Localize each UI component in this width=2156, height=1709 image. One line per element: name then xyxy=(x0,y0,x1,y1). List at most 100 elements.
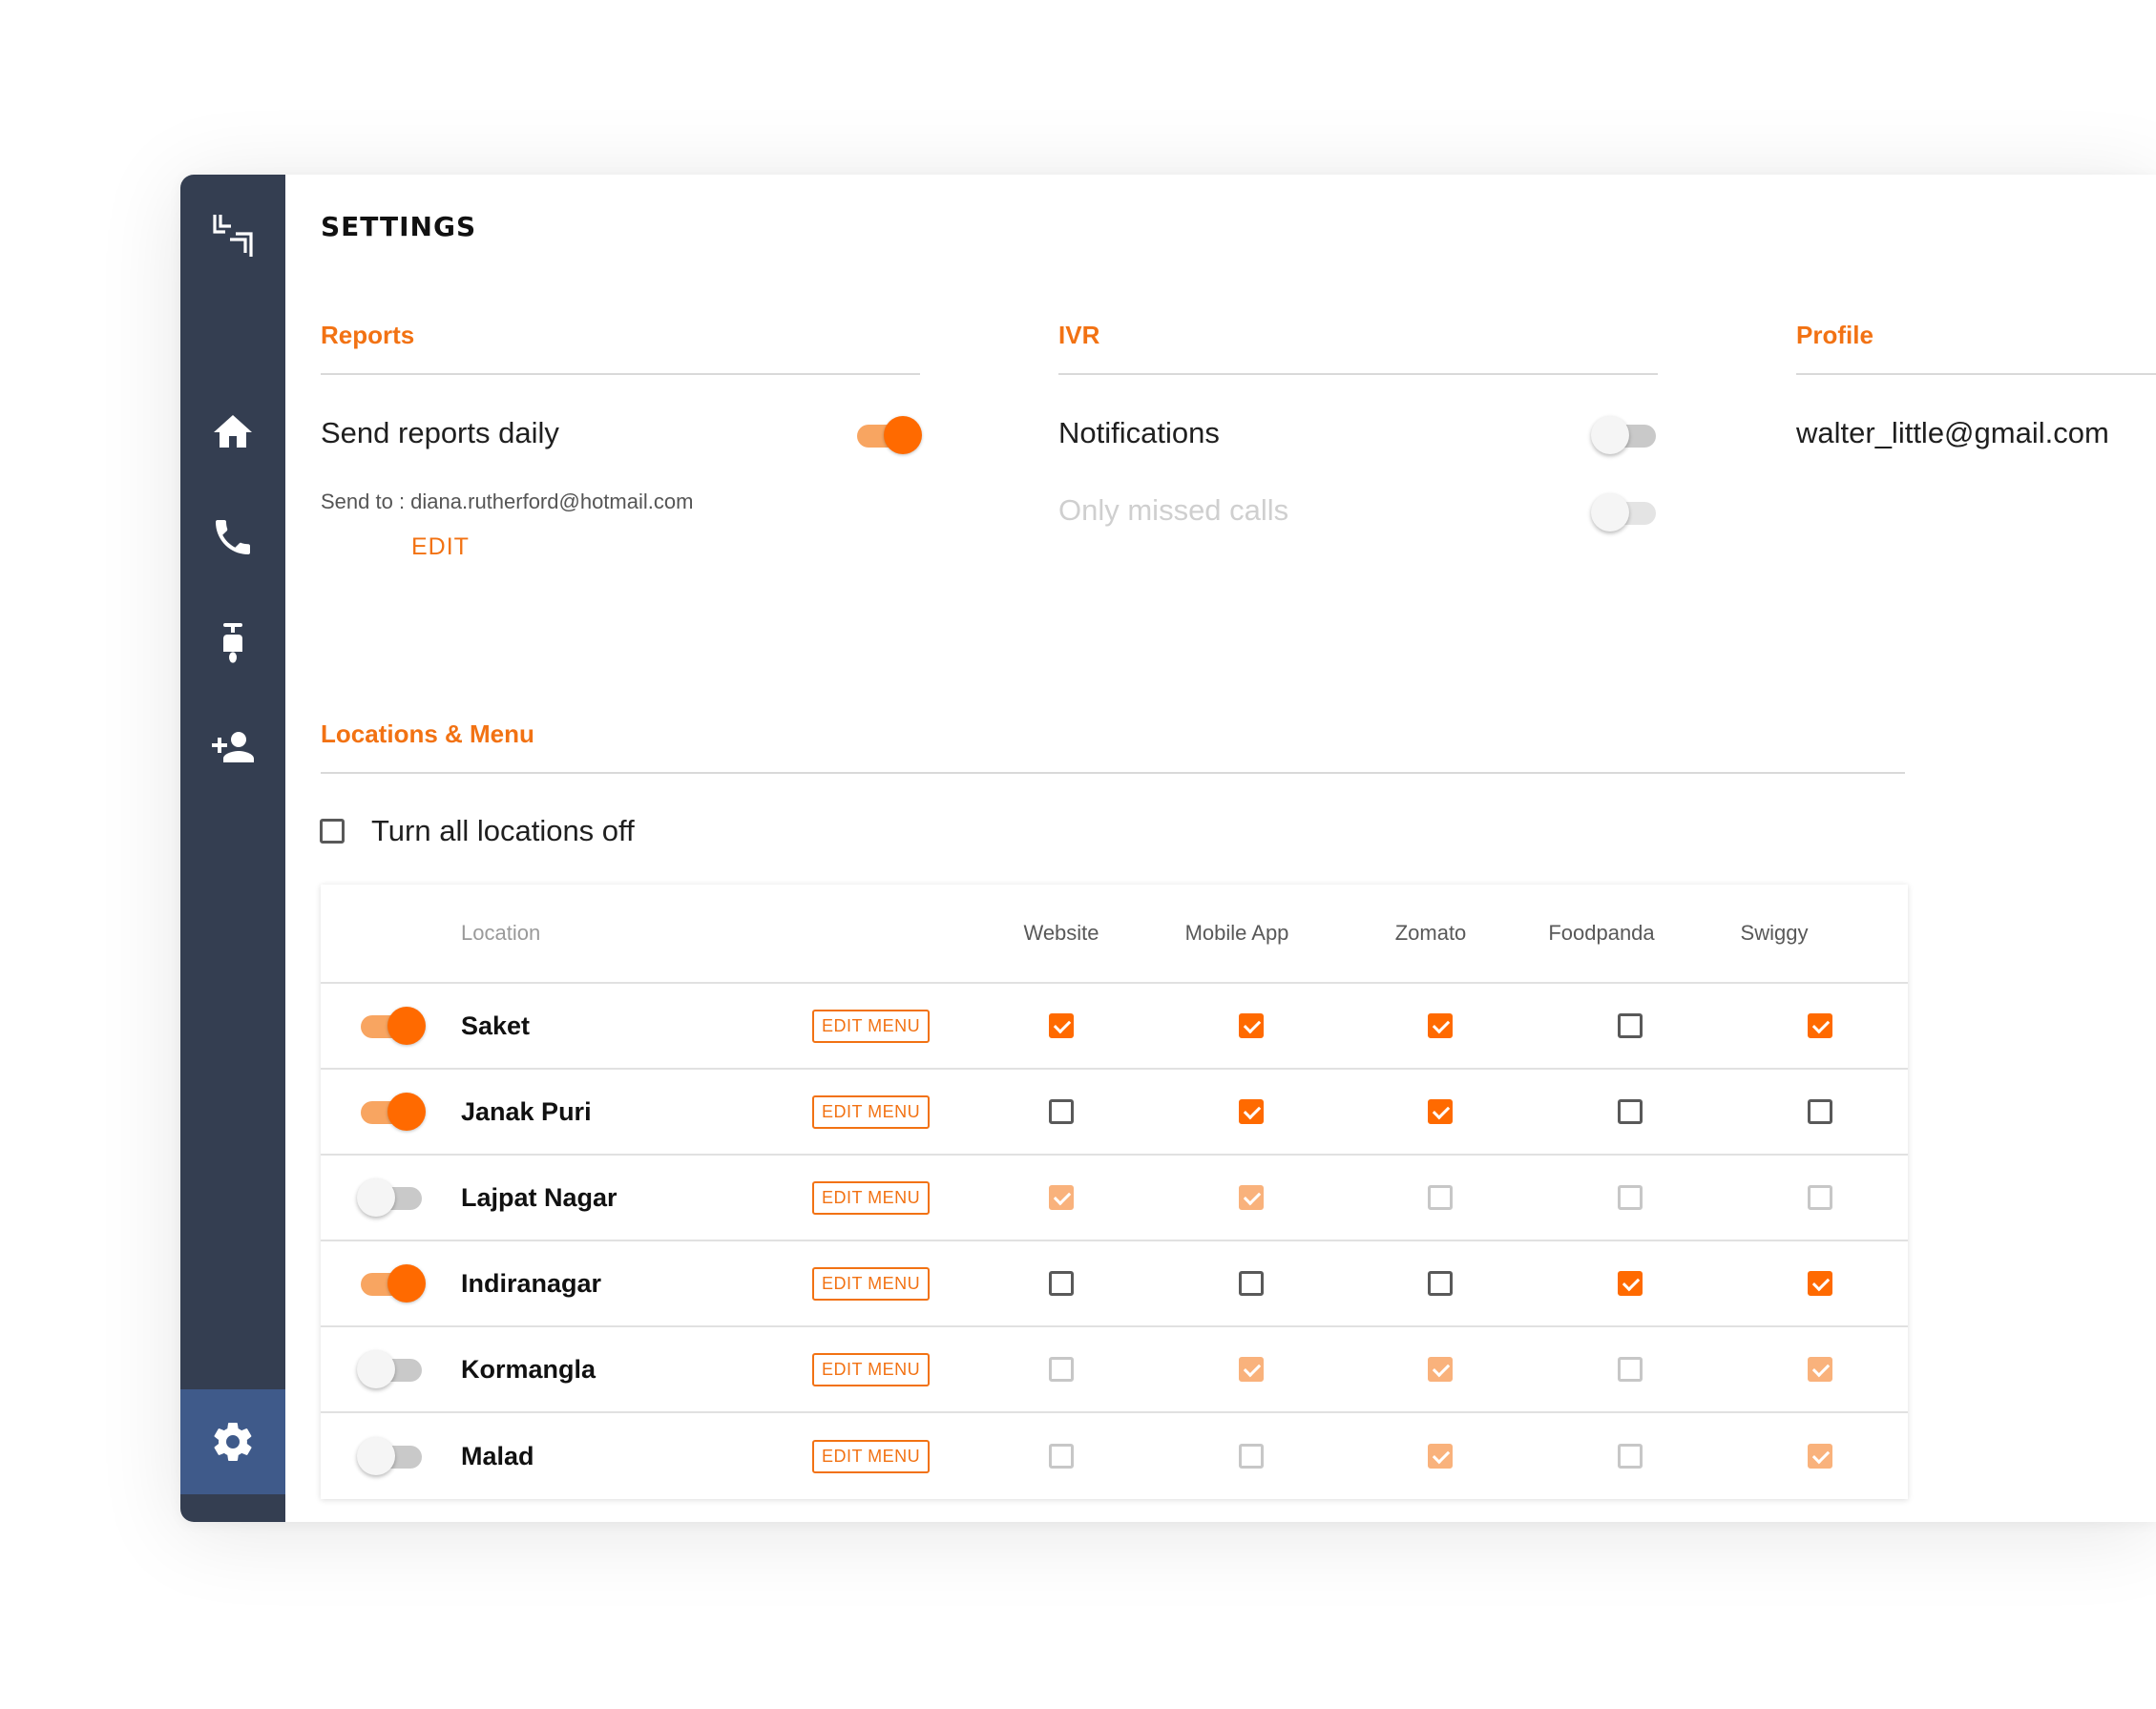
send-reports-daily-label: Send reports daily xyxy=(321,416,559,449)
header-mobile-app: Mobile App xyxy=(1184,921,1289,945)
website-checkbox[interactable] xyxy=(1049,1444,1074,1469)
table-row: Lajpat Nagar EDIT MENU xyxy=(321,1156,1908,1241)
website-checkbox[interactable] xyxy=(1049,1185,1074,1210)
location-name: Kormangla xyxy=(461,1354,597,1384)
phone-icon xyxy=(216,520,250,554)
edit-menu-button[interactable]: EDIT MENU xyxy=(812,1266,931,1301)
swiggy-checkbox[interactable] xyxy=(1808,1185,1832,1210)
ivr-section-title: IVR xyxy=(1058,321,1658,375)
zomato-checkbox[interactable] xyxy=(1428,1271,1453,1296)
scooter-icon xyxy=(223,623,242,663)
edit-menu-button[interactable]: EDIT MENU xyxy=(812,1352,931,1386)
mobile-app-checkbox[interactable] xyxy=(1239,1444,1264,1469)
zomato-checkbox[interactable] xyxy=(1428,1013,1453,1038)
zomato-checkbox[interactable] xyxy=(1428,1099,1453,1124)
location-toggle[interactable] xyxy=(357,1093,426,1131)
turn-all-locations-off[interactable]: Turn all locations off xyxy=(320,814,635,848)
table-row: Saket EDIT MENU xyxy=(321,984,1908,1070)
location-toggle[interactable] xyxy=(357,1007,426,1045)
swiggy-checkbox[interactable] xyxy=(1808,1444,1832,1469)
edit-menu-button[interactable]: EDIT MENU xyxy=(812,1439,931,1473)
website-checkbox[interactable] xyxy=(1049,1357,1074,1382)
foodpanda-checkbox[interactable] xyxy=(1618,1271,1643,1296)
only-missed-calls-label: Only missed calls xyxy=(1058,493,1289,527)
location-toggle[interactable] xyxy=(357,1264,426,1303)
edit-menu-button[interactable]: EDIT MENU xyxy=(812,1180,931,1215)
gear-icon xyxy=(214,1423,252,1461)
edit-menu-button[interactable]: EDIT MENU xyxy=(812,1009,931,1043)
toggle-knob xyxy=(1591,493,1629,531)
swiggy-checkbox[interactable] xyxy=(1808,1013,1832,1038)
location-name: Malad xyxy=(461,1441,534,1470)
website-checkbox[interactable] xyxy=(1049,1099,1074,1124)
add-user-icon xyxy=(212,732,254,762)
table-body: Saket EDIT MENU Janak Puri EDIT MENU Lajpat … xyxy=(321,984,1908,1499)
profile-email: walter_little@gmail.com xyxy=(1796,416,2109,449)
foodpanda-checkbox[interactable] xyxy=(1618,1357,1643,1382)
home-icon xyxy=(214,415,252,448)
profile-section-title: Profile xyxy=(1796,321,2156,375)
zomato-checkbox[interactable] xyxy=(1428,1357,1453,1382)
foodpanda-checkbox[interactable] xyxy=(1618,1013,1643,1038)
mobile-app-checkbox[interactable] xyxy=(1239,1357,1264,1382)
zomato-checkbox[interactable] xyxy=(1428,1444,1453,1469)
foodpanda-checkbox[interactable] xyxy=(1618,1185,1643,1210)
toggle-knob xyxy=(387,1093,426,1131)
toggle-knob xyxy=(884,416,922,454)
table-row: Kormangla EDIT MENU xyxy=(321,1327,1908,1413)
toggle-knob xyxy=(357,1437,395,1475)
edit-report-email-link[interactable]: EDIT xyxy=(411,533,470,561)
sidebar xyxy=(180,175,285,1522)
toggle-knob xyxy=(387,1264,426,1303)
main-content: SETTINGS Reports Send reports daily Send… xyxy=(285,175,2156,1522)
header-swiggy: Swiggy xyxy=(1740,921,1809,945)
location-name: Saket xyxy=(461,1011,531,1040)
sidebar-item-settings[interactable] xyxy=(180,1389,285,1494)
location-name: Indiranagar xyxy=(461,1268,602,1298)
reports-section-title: Reports xyxy=(321,321,920,375)
mobile-app-checkbox[interactable] xyxy=(1239,1013,1264,1038)
mobile-app-checkbox[interactable] xyxy=(1239,1099,1264,1124)
toggle-knob xyxy=(1591,416,1629,454)
send-reports-daily-toggle[interactable] xyxy=(853,416,922,454)
location-name: Lajpat Nagar xyxy=(461,1182,617,1212)
page-title: SETTINGS xyxy=(321,211,477,242)
sidebar-item-add-user[interactable] xyxy=(180,709,285,785)
turn-all-off-label: Turn all locations off xyxy=(371,814,635,847)
swiggy-checkbox[interactable] xyxy=(1808,1357,1832,1382)
settings-window: SETTINGS Reports Send reports daily Send… xyxy=(180,175,2156,1522)
notifications-toggle[interactable] xyxy=(1591,416,1656,454)
locations-section-title: Locations & Menu xyxy=(321,719,1905,774)
foodpanda-checkbox[interactable] xyxy=(1618,1099,1643,1124)
header-location: Location xyxy=(461,921,541,945)
mobile-app-checkbox[interactable] xyxy=(1239,1185,1264,1210)
location-toggle[interactable] xyxy=(357,1350,422,1388)
location-toggle[interactable] xyxy=(357,1437,422,1475)
sidebar-item-delivery[interactable] xyxy=(180,604,285,680)
header-zomato: Zomato xyxy=(1394,921,1467,945)
website-checkbox[interactable] xyxy=(1049,1271,1074,1296)
only-missed-calls-toggle[interactable] xyxy=(1591,493,1656,531)
location-name: Janak Puri xyxy=(461,1096,592,1126)
swiggy-checkbox[interactable] xyxy=(1808,1271,1832,1296)
table-row: Malad EDIT MENU xyxy=(321,1413,1908,1499)
location-toggle[interactable] xyxy=(357,1178,422,1217)
toggle-knob xyxy=(357,1350,395,1388)
app-logo xyxy=(210,211,256,261)
header-foodpanda: Foodpanda xyxy=(1548,921,1655,945)
swiggy-checkbox[interactable] xyxy=(1808,1099,1832,1124)
edit-menu-button[interactable]: EDIT MENU xyxy=(812,1094,931,1129)
header-website: Website xyxy=(1023,921,1099,945)
send-to-text: Send to : diana.rutherford@hotmail.com xyxy=(321,490,694,513)
table-row: Indiranagar EDIT MENU xyxy=(321,1241,1908,1327)
zomato-checkbox[interactable] xyxy=(1428,1185,1453,1210)
sidebar-item-calls[interactable] xyxy=(180,499,285,575)
mobile-app-checkbox[interactable] xyxy=(1239,1271,1264,1296)
toggle-knob xyxy=(387,1007,426,1045)
website-checkbox[interactable] xyxy=(1049,1013,1074,1038)
toggle-knob xyxy=(357,1178,395,1217)
sidebar-item-home[interactable] xyxy=(180,394,285,470)
turn-all-off-checkbox[interactable] xyxy=(320,819,345,844)
notifications-label: Notifications xyxy=(1058,416,1220,449)
foodpanda-checkbox[interactable] xyxy=(1618,1444,1643,1469)
